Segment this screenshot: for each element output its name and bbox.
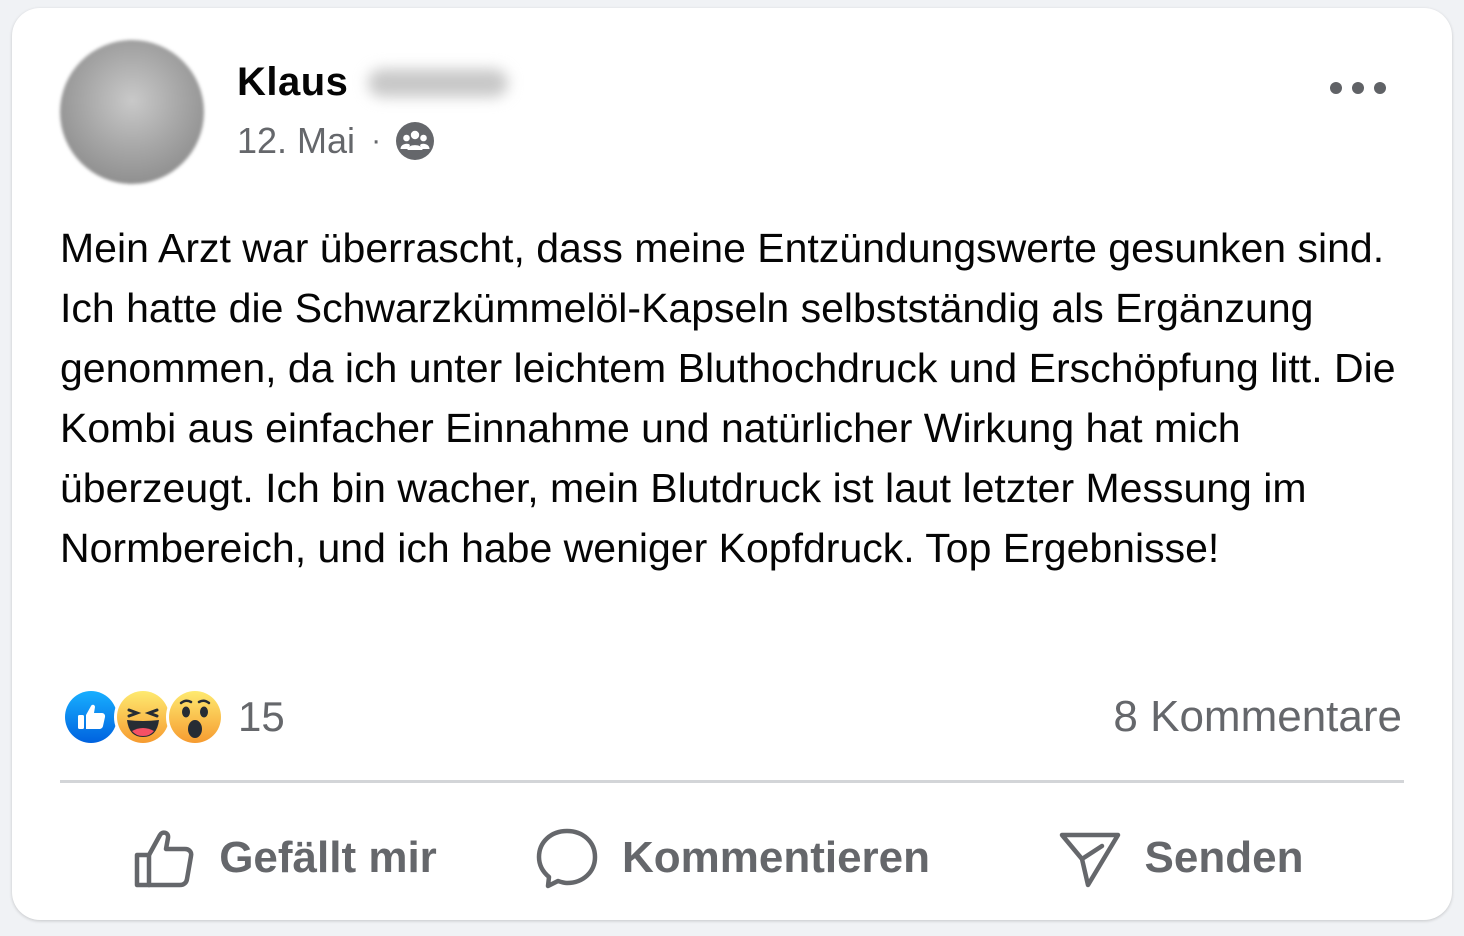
send-icon [1059, 832, 1120, 888]
like-button-label: Gefällt mir [219, 833, 437, 882]
like-button[interactable]: Gefällt mir [60, 808, 508, 908]
wow-reaction-icon [166, 688, 224, 746]
more-dot [1352, 82, 1364, 94]
author-last-name-blurred [368, 68, 509, 97]
post-date[interactable]: 12. Mai [237, 120, 355, 162]
comment-button-label: Kommentieren [621, 833, 931, 882]
comments-count-link[interactable]: 8 Kommentare [1113, 692, 1402, 742]
like-reaction-icon [62, 688, 120, 746]
reaction-count: 15 [238, 693, 285, 740]
action-bar: Gefällt mir Kommentieren Senden [60, 808, 1404, 908]
divider [60, 780, 1404, 783]
send-button[interactable]: Senden [956, 808, 1404, 908]
post-text: Mein Arzt war überrascht, dass meine Ent… [60, 225, 1396, 571]
meta-separator: · [371, 124, 382, 157]
more-dot [1330, 82, 1342, 94]
comment-button[interactable]: Kommentieren [508, 808, 956, 908]
send-button-label: Senden [1144, 833, 1304, 882]
post-card: Klaus 12. Mai · Mein Arzt war überrascht… [12, 8, 1452, 920]
post-meta: 12. Mai · [237, 120, 435, 162]
author-avatar[interactable] [60, 40, 204, 184]
comment-bubble-icon [536, 828, 598, 889]
thumbs-up-icon [134, 830, 194, 888]
group-icon[interactable] [395, 121, 435, 161]
haha-reaction-icon [114, 688, 172, 746]
more-dot [1374, 82, 1386, 94]
author-name-row: Klaus [237, 60, 509, 105]
reactions-summary[interactable]: 15 [62, 688, 285, 746]
more-options-icon[interactable] [1330, 76, 1386, 100]
author-name[interactable]: Klaus [237, 60, 348, 105]
